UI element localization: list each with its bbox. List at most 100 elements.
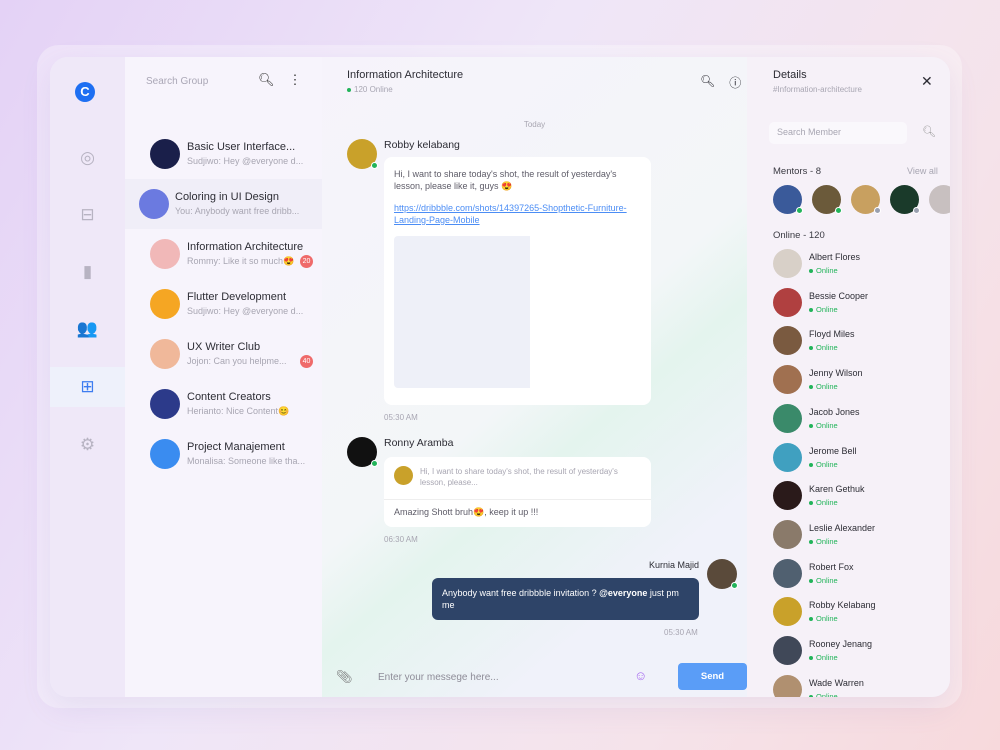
details-panel: Details #Information-architecture ✕ Sear… xyxy=(747,57,950,697)
member-name: Jerome Bell xyxy=(809,445,857,456)
search-icon[interactable]: 🔍︎ xyxy=(700,74,715,91)
avatar xyxy=(773,674,802,697)
member-item[interactable]: Robby Kelabang Online xyxy=(773,597,943,629)
message-link[interactable]: https://dribbble.com/shots/14397265-Shop… xyxy=(394,202,641,226)
member-name: Jenny Wilson xyxy=(809,368,863,379)
quote-avatar xyxy=(394,466,413,485)
nav-dashboard[interactable]: ◎ xyxy=(50,138,125,178)
group-title: Coloring in UI Design xyxy=(175,191,279,203)
nav-book[interactable]: ▮ xyxy=(50,252,125,292)
member-item[interactable]: Robert Fox Online xyxy=(773,558,943,591)
unread-badge: 20 xyxy=(300,255,313,268)
group-avatar xyxy=(150,289,180,319)
member-status: Online xyxy=(809,498,838,507)
chat-panel: Information Architecture 120 Online 🔍︎ ⓘ … xyxy=(322,57,747,697)
member-status: Online xyxy=(809,460,838,469)
unread-badge: 40 xyxy=(300,355,313,368)
member-item[interactable]: Rooney Jenang Online xyxy=(773,636,943,668)
group-item[interactable]: UX Writer Club Jojon: Can you helpme... 4… xyxy=(125,329,322,379)
group-title: Content Creators xyxy=(187,391,271,403)
avatar[interactable] xyxy=(347,139,378,169)
chat-app: C ◎ ⊟ ▮ 👥 ⊞ ⚙ Search Group 🔍︎ ⋮ Basic Use… xyxy=(50,57,950,697)
emoji-icon[interactable]: ☺ xyxy=(634,668,647,683)
member-item[interactable]: Jenny Wilson Online xyxy=(773,365,943,397)
member-status: Online xyxy=(809,382,838,391)
member-status: Online xyxy=(809,537,838,546)
shared-image[interactable] xyxy=(394,236,641,388)
close-icon[interactable]: ✕ xyxy=(921,73,933,90)
groups-icon: ⊞ xyxy=(80,377,95,396)
avatar xyxy=(773,636,802,665)
member-status: Online xyxy=(809,343,838,352)
more-vertical-icon[interactable]: ⋮ xyxy=(289,72,302,88)
group-title: Flutter Development xyxy=(187,291,287,303)
message-bubble: Hi, I want to share today's shot, the re… xyxy=(384,457,651,527)
group-avatar xyxy=(139,189,169,219)
message-text: Hi, I want to share today's shot, the re… xyxy=(394,169,617,191)
group-last-message: Sudjiwo: Hey @everyone d... xyxy=(187,156,304,166)
chat-title: Information Architecture xyxy=(347,69,464,81)
mention[interactable]: @everyone xyxy=(599,588,647,598)
sender-name: Robby kelabang xyxy=(384,139,460,151)
nav-settings[interactable]: ⚙ xyxy=(50,425,125,465)
mentor-avatar[interactable] xyxy=(890,185,920,214)
member-item[interactable]: Wade Warren Online xyxy=(773,674,943,697)
group-item[interactable]: Basic User Interface... Sudjiwo: Hey @ev… xyxy=(125,129,322,179)
info-icon[interactable]: ⓘ xyxy=(729,74,741,91)
book-icon: ▮ xyxy=(82,262,93,281)
member-status: Online xyxy=(809,692,838,697)
member-name: Robert Fox xyxy=(809,561,854,572)
member-name: Jacob Jones xyxy=(809,406,860,417)
message-bubble: Hi, I want to share today's shot, the re… xyxy=(384,157,651,405)
member-item[interactable]: Albert Flores Online xyxy=(773,249,943,281)
group-item[interactable]: Project Manajement Monalisa: Someone lik… xyxy=(125,429,322,479)
search-icon[interactable]: 🔍︎ xyxy=(258,72,275,88)
dashboard-icon: ◎ xyxy=(80,148,95,167)
avatar xyxy=(773,442,802,472)
group-title: Information Architecture xyxy=(187,241,304,253)
mentor-avatar[interactable] xyxy=(773,185,803,214)
mentor-avatar[interactable] xyxy=(929,185,950,214)
send-button[interactable]: Send xyxy=(678,663,747,690)
details-title: Details xyxy=(773,69,807,81)
group-last-message: You: Anybody want free dribb... xyxy=(175,206,300,216)
member-item[interactable]: Floyd Miles Online xyxy=(773,326,943,358)
nav-groups[interactable]: ⊞ xyxy=(50,367,125,407)
avatar[interactable] xyxy=(707,559,738,589)
group-last-message: Monalisa: Someone like tha... xyxy=(187,456,306,466)
member-status: Online xyxy=(809,421,838,430)
message-input[interactable]: Enter your messege here... xyxy=(362,665,647,693)
quoted-text: Hi, I want to share today's shot, the re… xyxy=(420,467,618,487)
member-status: Online xyxy=(809,653,838,662)
nav-sidebar: C ◎ ⊟ ▮ 👥 ⊞ ⚙ xyxy=(50,57,125,697)
member-item[interactable]: Karen Gethuk Online xyxy=(773,481,943,513)
mentor-avatar[interactable] xyxy=(812,185,842,214)
group-item[interactable]: Content Creators Herianto: Nice Content😊 xyxy=(125,379,322,429)
users-icon: 👥 xyxy=(76,319,99,338)
member-name: Bessie Cooper xyxy=(809,290,869,301)
member-item[interactable]: Jerome Bell Online xyxy=(773,442,943,475)
member-search-input[interactable]: Search Member xyxy=(769,122,907,144)
group-item[interactable]: Coloring in UI Design You: Anybody want … xyxy=(125,179,322,229)
group-item[interactable]: Information Architecture Rommy: Like it … xyxy=(125,229,322,279)
reply-text: Amazing Shott bruh😍, keep it up !!! xyxy=(384,499,651,524)
mentor-avatar[interactable] xyxy=(851,185,881,214)
member-item[interactable]: Bessie Cooper Online xyxy=(773,287,943,320)
avatar xyxy=(773,326,802,356)
group-item[interactable]: Flutter Development Sudjiwo: Hey @everyo… xyxy=(125,279,322,329)
member-item[interactable]: Leslie Alexander Online xyxy=(773,519,943,552)
search-icon[interactable]: 🔍︎ xyxy=(922,125,936,138)
nav-presentation[interactable]: ⊟ xyxy=(50,195,125,235)
view-all-link[interactable]: View all xyxy=(907,166,938,176)
paperclip-icon[interactable]: 📎︎ xyxy=(336,669,353,685)
member-name: Leslie Alexander xyxy=(809,522,876,533)
group-search-input[interactable]: Search Group xyxy=(146,76,208,87)
member-name: Karen Gethuk xyxy=(809,484,865,495)
nav-users[interactable]: 👥 xyxy=(50,309,125,349)
group-avatar xyxy=(150,439,180,469)
message-time: 06:30 AM xyxy=(384,535,418,544)
member-status: Online xyxy=(809,305,838,314)
member-item[interactable]: Jacob Jones Online xyxy=(773,403,943,436)
avatar[interactable] xyxy=(347,437,378,467)
avatar xyxy=(773,365,802,395)
